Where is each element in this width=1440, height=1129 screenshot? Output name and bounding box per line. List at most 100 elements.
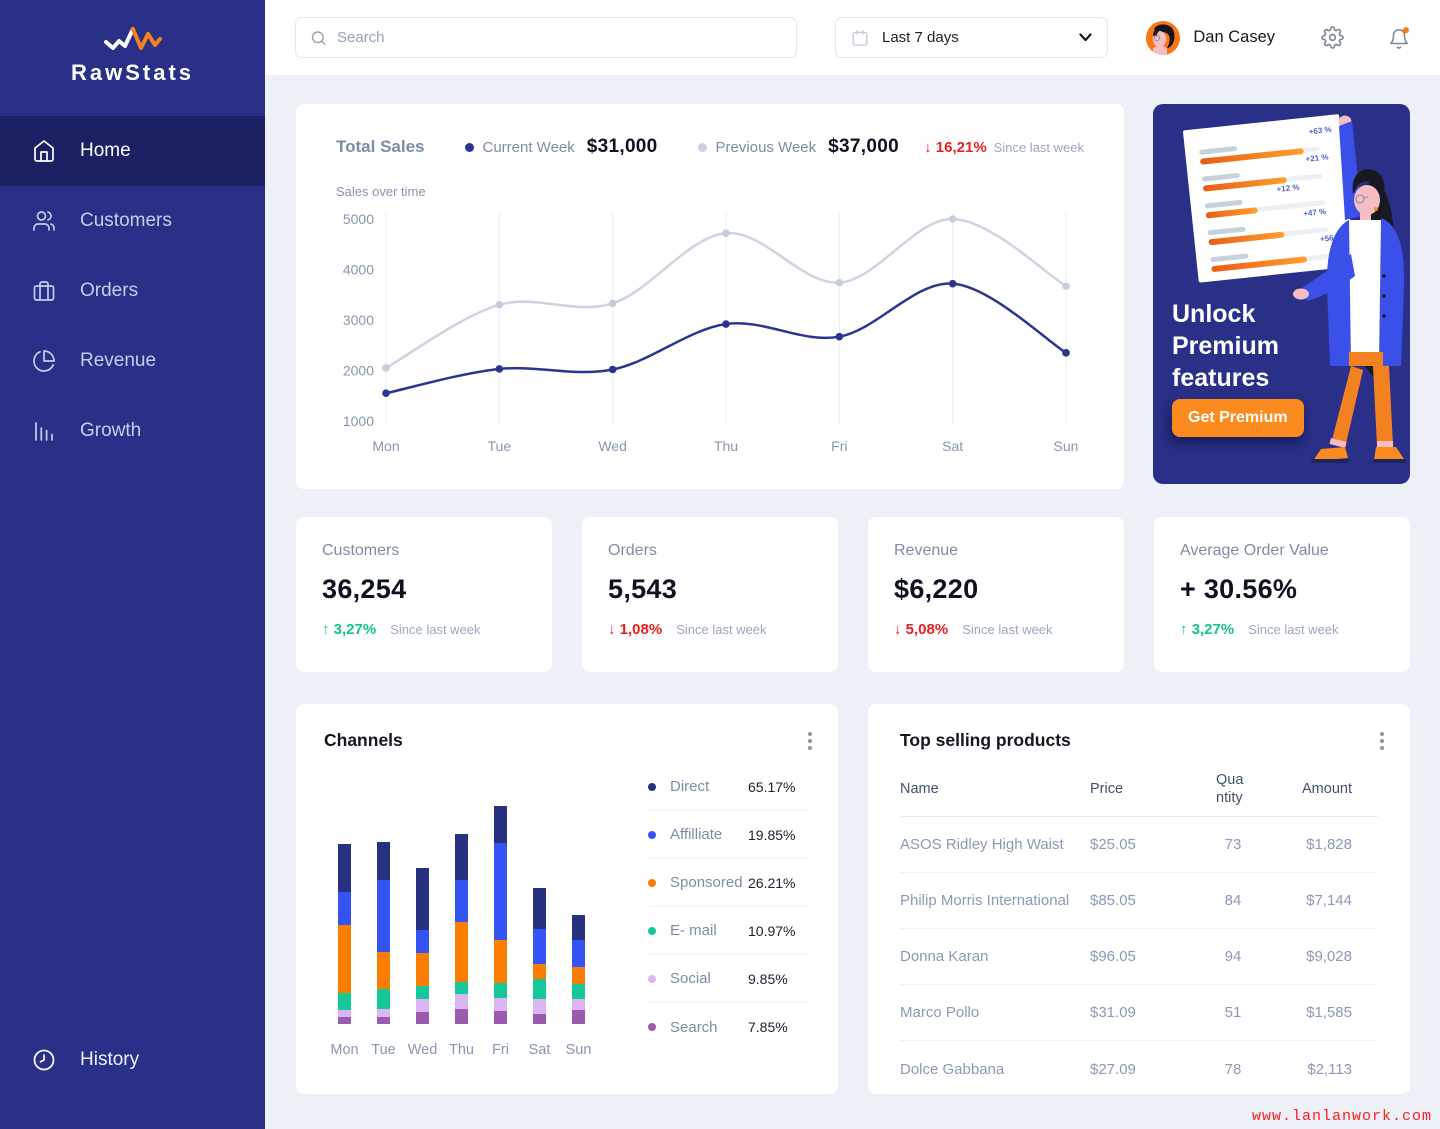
- legend-dot: [648, 927, 656, 935]
- product-name: Marco Pollo: [900, 1004, 1090, 1021]
- sales-delta: ↓ 16,21%: [924, 139, 987, 156]
- search-box[interactable]: [295, 17, 797, 58]
- app-logo: RawStats: [0, 0, 265, 86]
- channels-legend-row-email: E- mail10.97%: [648, 907, 810, 955]
- bar-segment-affilliate: [494, 843, 507, 940]
- stats-row: Customers36,254↑ 3,27%Since last weekOrd…: [296, 517, 1410, 672]
- bell-icon[interactable]: [1388, 26, 1410, 50]
- svg-text:Wed: Wed: [598, 438, 627, 454]
- column-header: Price: [1090, 781, 1194, 797]
- table-row[interactable]: Philip Morris International$85.0584$7,14…: [900, 873, 1378, 929]
- sidebar-item-label: Home: [80, 140, 131, 162]
- kebab-menu-icon[interactable]: [1374, 726, 1390, 756]
- bar-segment-sponsored: [572, 967, 585, 984]
- channel-bar-mon: [338, 844, 351, 1024]
- sidebar-item-customers[interactable]: Customers: [0, 186, 265, 256]
- products-table-header: Name Price Quantity Amount: [900, 771, 1378, 817]
- bar-segment-search: [416, 1012, 429, 1024]
- svg-text:4000: 4000: [343, 262, 374, 278]
- product-quantity: 94: [1194, 948, 1272, 965]
- stat-delta: ↓ 1,08%: [608, 621, 662, 638]
- stat-card-average-order-value: Average Order Value+ 30.56%↑ 3,27%Since …: [1154, 517, 1410, 672]
- bar-axis-label: Fri: [494, 1042, 507, 1058]
- product-quantity: 78: [1194, 1061, 1272, 1078]
- calendar-icon: [851, 29, 869, 47]
- bar-segment-email: [338, 993, 351, 1010]
- stat-note: Since last week: [390, 622, 480, 637]
- current-week-dot: [465, 143, 474, 152]
- avatar[interactable]: [1146, 21, 1180, 55]
- legend-label: Previous Week: [716, 139, 817, 156]
- gear-icon[interactable]: [1321, 26, 1344, 49]
- stat-value: $6,220: [894, 574, 1098, 605]
- bar-axis-label: Sat: [533, 1042, 546, 1058]
- product-price: $27.09: [1090, 1061, 1194, 1078]
- legend-label: Direct: [670, 778, 748, 795]
- channels-bar-labels: MonTueWedThuFriSatSun: [338, 1042, 612, 1058]
- sidebar-item-revenue[interactable]: Revenue: [0, 326, 265, 396]
- channels-bar-chart: [338, 769, 612, 1024]
- stat-note: Since last week: [676, 622, 766, 637]
- stat-value: + 30.56%: [1180, 574, 1384, 605]
- bar-segment-direct: [533, 888, 546, 929]
- product-name: Philip Morris International: [900, 892, 1090, 909]
- history-icon: [32, 1048, 56, 1072]
- stat-note: Since last week: [1248, 622, 1338, 637]
- products-title: Top selling products: [900, 730, 1378, 751]
- legend-previous-week: Previous Week $37,000: [698, 136, 899, 158]
- date-range-select[interactable]: Last 7 days: [835, 17, 1108, 58]
- table-row[interactable]: ASOS Ridley High Waist$25.0573$1,828: [900, 817, 1378, 873]
- channels-title: Channels: [324, 730, 810, 751]
- bar-segment-direct: [377, 842, 390, 880]
- bar-segment-social: [572, 999, 585, 1010]
- table-row[interactable]: Dolce Gabbana$27.0978$2,113: [900, 1041, 1378, 1097]
- bar-segment-social: [416, 999, 429, 1012]
- product-name: Dolce Gabbana: [900, 1061, 1090, 1078]
- legend-dot: [648, 831, 656, 839]
- bar-segment-direct: [338, 844, 351, 892]
- table-row[interactable]: Marco Pollo$31.0951$1,585: [900, 985, 1378, 1041]
- total-sales-card: Total Sales Current Week $31,000 Previou…: [296, 104, 1124, 489]
- search-input[interactable]: [337, 29, 782, 46]
- svg-text:5000: 5000: [343, 211, 374, 227]
- sidebar-item-history[interactable]: History: [0, 1025, 265, 1095]
- svg-text:Sun: Sun: [1054, 438, 1079, 454]
- stat-card-orders: Orders5,543↓ 1,08%Since last week: [582, 517, 838, 672]
- bar-segment-affilliate: [455, 880, 468, 922]
- sidebar-item-home[interactable]: Home: [0, 116, 265, 186]
- product-amount: $9,028: [1272, 948, 1378, 965]
- legend-value: 19.85%: [748, 827, 810, 843]
- kebab-menu-icon[interactable]: [802, 726, 818, 756]
- channel-bar-tue: [377, 842, 390, 1024]
- stat-delta: ↓ 5,08%: [894, 621, 948, 638]
- watermark: www.lanlanwork.com: [1252, 1108, 1432, 1125]
- bar-segment-search: [494, 1011, 507, 1024]
- product-amount: $1,828: [1272, 836, 1378, 853]
- legend-value: 65.17%: [748, 779, 810, 795]
- get-premium-button[interactable]: Get Premium: [1172, 399, 1304, 437]
- sidebar-item-growth[interactable]: Growth: [0, 396, 265, 466]
- arrow-up-icon: ↑: [1180, 621, 1188, 638]
- sidebar-item-orders[interactable]: Orders: [0, 256, 265, 326]
- svg-text:Sat: Sat: [942, 438, 963, 454]
- legend-dot: [648, 879, 656, 887]
- bar-segment-sponsored: [455, 922, 468, 982]
- product-name: ASOS Ridley High Waist: [900, 836, 1090, 853]
- bar-segment-social: [494, 998, 507, 1011]
- channel-bar-sun: [572, 915, 585, 1024]
- column-header: Quantity: [1194, 771, 1272, 807]
- sidebar-item-label: Customers: [80, 210, 172, 232]
- sales-chart-subtitle: Sales over time: [336, 184, 1084, 199]
- legend-value: 9.85%: [748, 971, 810, 987]
- sales-line-chart: 10002000300040005000MonTueWedThuFriSatSu…: [336, 203, 1084, 464]
- sidebar-item-label: Growth: [80, 420, 141, 442]
- table-row[interactable]: Donna Karan$96.0594$9,028: [900, 929, 1378, 985]
- legend-dot: [648, 975, 656, 983]
- bar-segment-sponsored: [416, 953, 429, 986]
- bar-segment-email: [494, 983, 507, 998]
- legend-dot: [648, 1023, 656, 1031]
- bar-axis-label: Sun: [572, 1042, 585, 1058]
- home-icon: [32, 139, 56, 163]
- channels-card: Channels MonTueWedThuFriSatSun Direct65.…: [296, 704, 838, 1094]
- legend-value: 7.85%: [748, 1019, 810, 1035]
